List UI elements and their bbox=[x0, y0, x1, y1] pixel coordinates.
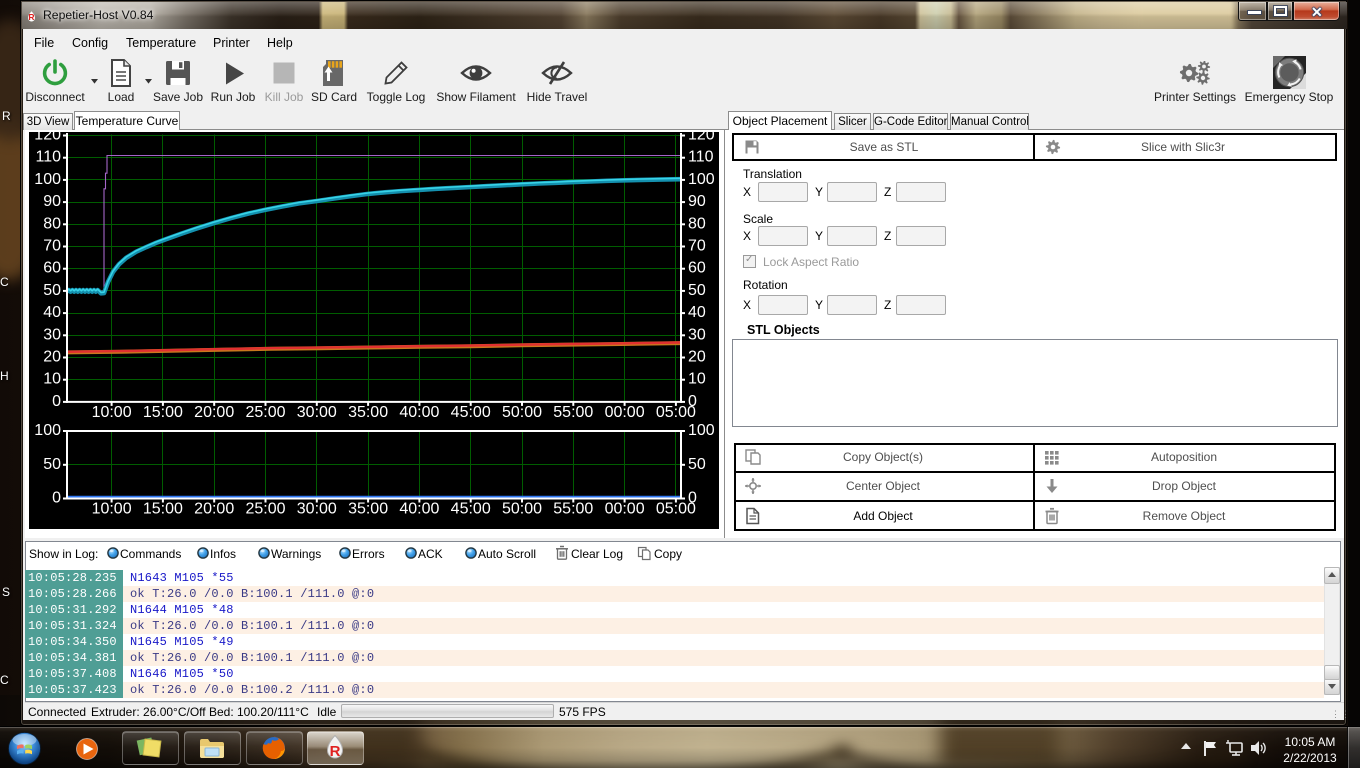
svg-text:70: 70 bbox=[43, 238, 61, 255]
svg-text:40:00: 40:00 bbox=[399, 501, 439, 518]
svg-text:110: 110 bbox=[688, 149, 714, 166]
svg-text:30: 30 bbox=[688, 326, 706, 343]
svg-text:45:00: 45:00 bbox=[451, 404, 491, 421]
svg-text:45:00: 45:00 bbox=[451, 501, 491, 518]
svg-text:0: 0 bbox=[52, 393, 61, 410]
svg-text:55:00: 55:00 bbox=[553, 501, 593, 518]
svg-text:50: 50 bbox=[688, 282, 706, 299]
svg-text:60: 60 bbox=[43, 260, 61, 277]
svg-text:100: 100 bbox=[688, 171, 715, 188]
svg-text:100: 100 bbox=[34, 422, 61, 439]
svg-text:20: 20 bbox=[43, 349, 61, 366]
svg-text:120: 120 bbox=[688, 132, 715, 144]
svg-text:30:00: 30:00 bbox=[297, 404, 337, 421]
svg-text:120: 120 bbox=[34, 132, 61, 144]
svg-text:100: 100 bbox=[688, 422, 715, 439]
svg-text:50: 50 bbox=[43, 282, 61, 299]
svg-text:35:00: 35:00 bbox=[348, 404, 388, 421]
svg-text:40: 40 bbox=[688, 304, 706, 321]
svg-text:15:00: 15:00 bbox=[143, 404, 183, 421]
svg-text:90: 90 bbox=[688, 193, 706, 210]
svg-text:0: 0 bbox=[52, 490, 61, 507]
svg-text:10: 10 bbox=[43, 371, 61, 388]
svg-text:30:00: 30:00 bbox=[297, 501, 337, 518]
svg-text:60: 60 bbox=[688, 260, 706, 277]
svg-text:50:00: 50:00 bbox=[502, 501, 542, 518]
svg-text:55:00: 55:00 bbox=[553, 404, 593, 421]
svg-text:90: 90 bbox=[43, 193, 61, 210]
svg-text:25:00: 25:00 bbox=[245, 501, 285, 518]
svg-text:0: 0 bbox=[688, 490, 697, 507]
svg-text:25:00: 25:00 bbox=[245, 404, 285, 421]
svg-text:40: 40 bbox=[43, 304, 61, 321]
svg-text:50:00: 50:00 bbox=[502, 404, 542, 421]
svg-text:10:00: 10:00 bbox=[92, 501, 132, 518]
svg-text:20: 20 bbox=[688, 349, 706, 366]
svg-text:40:00: 40:00 bbox=[399, 404, 439, 421]
svg-text:100: 100 bbox=[34, 171, 61, 188]
svg-text:110: 110 bbox=[35, 149, 61, 166]
svg-text:05:00: 05:00 bbox=[656, 404, 696, 421]
svg-text:20:00: 20:00 bbox=[194, 404, 234, 421]
svg-text:80: 80 bbox=[43, 215, 61, 232]
svg-text:R: R bbox=[28, 12, 34, 22]
svg-text:R: R bbox=[330, 743, 341, 760]
svg-text:80: 80 bbox=[688, 215, 706, 232]
svg-text:00:00: 00:00 bbox=[605, 404, 645, 421]
svg-text:15:00: 15:00 bbox=[143, 501, 183, 518]
svg-text:10:00: 10:00 bbox=[92, 404, 132, 421]
svg-text:50: 50 bbox=[43, 456, 61, 473]
svg-text:35:00: 35:00 bbox=[348, 501, 388, 518]
svg-text:50: 50 bbox=[688, 456, 706, 473]
svg-text:70: 70 bbox=[688, 238, 706, 255]
svg-text:10: 10 bbox=[688, 371, 706, 388]
svg-text:30: 30 bbox=[43, 326, 61, 343]
svg-text:20:00: 20:00 bbox=[194, 501, 234, 518]
svg-text:00:00: 00:00 bbox=[605, 501, 645, 518]
